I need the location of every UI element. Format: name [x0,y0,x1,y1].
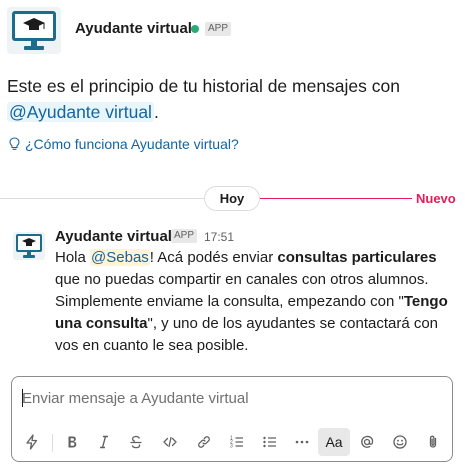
message: Ayudante virtual APP 17:51 Hola @Sebas! … [0,225,466,360]
app-mention-link[interactable]: @Ayudante virtual [7,102,154,122]
bulleted-list-icon[interactable] [256,428,284,456]
divider-line [0,198,204,199]
day-pill[interactable]: Hoy [204,186,260,211]
svg-text:3: 3 [230,444,233,450]
channel-header: Ayudante virtual APP [0,0,466,60]
formatting-toolbar: 123 Aa [12,425,452,457]
attachment-icon[interactable] [419,428,447,456]
app-badge: APP [171,229,198,243]
new-messages-label: Nuevo [416,191,456,206]
code-icon[interactable] [156,428,184,456]
format-toggle-label: Aa [325,434,343,450]
help-link[interactable]: ¿Cómo funciona Ayudante virtual? [8,136,239,152]
presence-online-icon [191,25,199,33]
lightbulb-icon [9,137,20,150]
intro-text: Este es el principio de tu historial de … [7,76,400,96]
italic-icon[interactable] [90,428,118,456]
message-timestamp[interactable]: 17:51 [204,230,234,244]
message-bold-text: consultas particulares [277,249,437,266]
message-text: ! Acá podés enviar [149,249,278,266]
link-icon[interactable] [190,428,218,456]
message-composer: 123 Aa [11,376,453,462]
user-mention[interactable]: @Sebas [90,249,150,266]
message-text: Hola [55,249,91,266]
message-input[interactable] [22,387,442,409]
ordered-list-icon[interactable]: 123 [223,428,251,456]
app-name[interactable]: Ayudante virtual [75,20,192,37]
strikethrough-icon[interactable] [122,428,150,456]
toolbar-separator [52,434,53,452]
message-body: Hola @Sebas! Acá podés enviar consultas … [55,247,455,357]
intro-period: . [153,102,159,122]
more-icon[interactable] [288,428,316,456]
lightning-icon[interactable] [18,428,46,456]
mention-icon[interactable] [353,428,381,456]
text-caret [22,389,23,407]
day-divider: Hoy Nuevo [0,186,466,212]
bold-icon[interactable] [58,428,86,456]
app-avatar-icon[interactable] [7,7,61,54]
app-badge: APP [205,22,232,36]
new-messages-line [260,198,412,199]
message-sender[interactable]: Ayudante virtual [55,228,172,245]
emoji-icon[interactable] [386,428,414,456]
conversation-intro: Este es el principio de tu historial de … [7,73,447,125]
sender-avatar-icon[interactable] [13,232,45,260]
message-text: que no puedas compartir en canales con o… [55,271,429,310]
format-toggle-button[interactable]: Aa [318,428,350,456]
help-link-text[interactable]: ¿Cómo funciona Ayudante virtual? [25,136,239,152]
